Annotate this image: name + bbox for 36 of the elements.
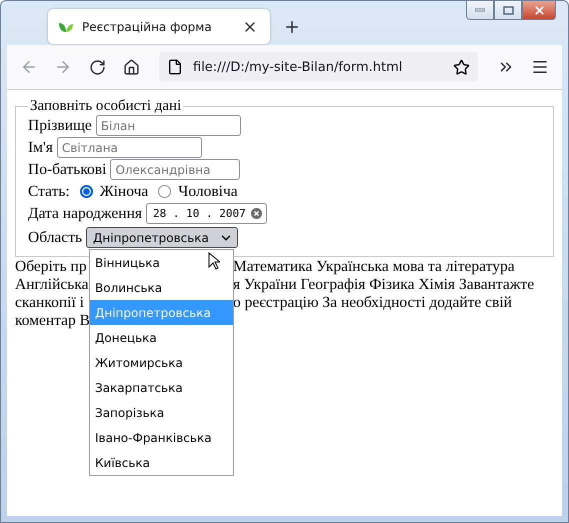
radio-label: Чоловіча xyxy=(178,182,238,200)
url-text: file:///D:/my-site-Bilan/form.html xyxy=(193,60,404,74)
field-label: Стать: xyxy=(28,182,70,200)
radio-button[interactable] xyxy=(158,185,172,198)
tab-title: Реєстраційна форма xyxy=(82,20,213,34)
minimize-icon xyxy=(475,8,485,12)
maximize-button[interactable] xyxy=(494,1,522,20)
paragraph-text: Англійська xyxy=(15,276,90,294)
input-field[interactable]: Світлана xyxy=(56,137,202,158)
field-label: Область xyxy=(28,228,82,246)
close-icon xyxy=(532,4,546,16)
input-field[interactable]: Білан xyxy=(96,115,241,136)
browser-tab[interactable]: Реєстраційна форма xyxy=(48,9,270,44)
field-label: Ім'я xyxy=(28,138,53,156)
radio-button[interactable] xyxy=(80,185,93,198)
star-icon[interactable] xyxy=(453,58,470,76)
radio-label: Жіноча xyxy=(100,182,148,200)
clear-icon[interactable] xyxy=(250,208,262,219)
page-icon xyxy=(167,59,183,75)
address-bar[interactable]: file:///D:/my-site-Bilan/form.html xyxy=(159,52,478,82)
close-button[interactable] xyxy=(522,1,556,20)
field-label: Дата народження xyxy=(28,204,142,222)
minimize-button[interactable] xyxy=(466,1,494,20)
paragraph-text: сканкопії і xyxy=(15,294,85,312)
field-label: Прізвище xyxy=(28,116,92,134)
paragraph-text: я України Географія Фізика Хімія Завантажте xyxy=(233,276,536,294)
date-field[interactable]: 28 . 10 . 2007 xyxy=(146,203,267,224)
paragraph-text: Математика Українська мова та література xyxy=(233,258,516,276)
cursor-icon xyxy=(208,252,220,270)
fieldset-legend: Заповніть особисті дані xyxy=(28,98,184,115)
paragraph-text: Оберіть пр xyxy=(15,258,88,276)
field-label: По-батькові xyxy=(28,160,106,178)
input-field[interactable]: Олександрівна xyxy=(110,159,240,180)
select-dropdown[interactable]: Дніпропетровська xyxy=(86,227,238,248)
maximize-icon xyxy=(502,6,514,14)
paragraph-text: коментар В xyxy=(15,312,90,330)
